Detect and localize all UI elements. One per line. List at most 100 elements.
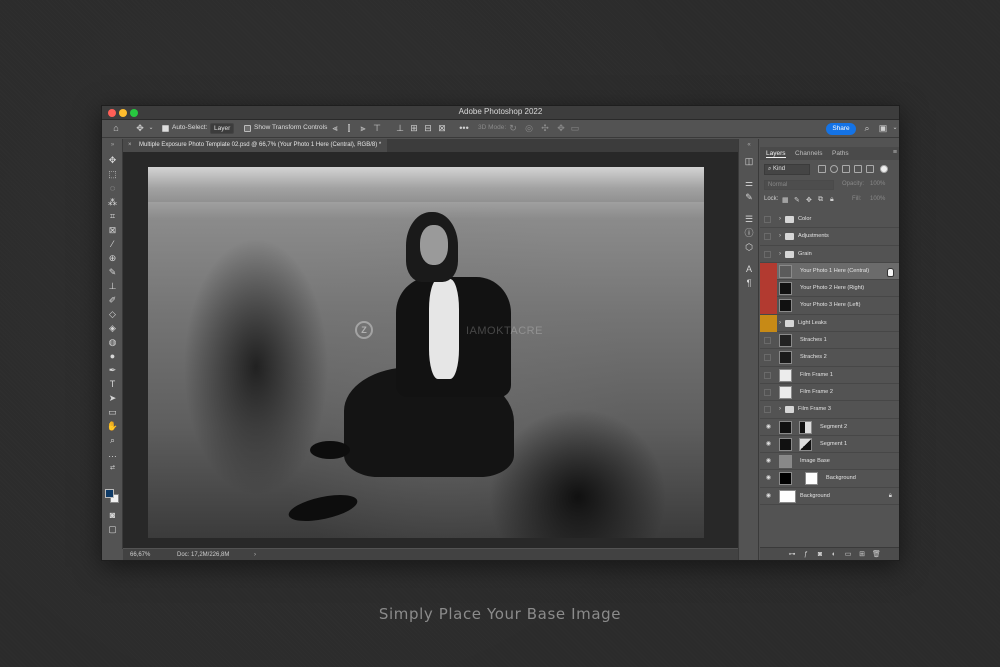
- lock-image-icon[interactable]: ✎: [794, 196, 800, 204]
- new-group-icon[interactable]: ▭: [844, 551, 852, 559]
- new-layer-icon[interactable]: ⊞: [858, 551, 866, 559]
- move-tool-icon[interactable]: ✥: [106, 154, 119, 166]
- link-layers-icon[interactable]: ⊶: [788, 551, 796, 559]
- visibility-toggle[interactable]: [760, 246, 777, 263]
- layer-row[interactable]: Film Frame 2: [760, 384, 899, 402]
- visibility-toggle[interactable]: [760, 211, 777, 228]
- align-center-icon[interactable]: ⫿: [344, 123, 354, 134]
- rectangle-tool-icon[interactable]: ▭: [106, 406, 119, 418]
- pen-tool-icon[interactable]: ✒: [106, 364, 119, 376]
- lasso-tool-icon[interactable]: ◌: [106, 182, 119, 194]
- gradient-tool-icon[interactable]: ◈: [106, 322, 119, 334]
- visibility-toggle[interactable]: [760, 384, 777, 401]
- type-tool-icon[interactable]: T: [106, 378, 119, 390]
- workspace-icon[interactable]: ▣: [878, 123, 888, 134]
- smart-object-filter-icon[interactable]: [866, 165, 874, 173]
- more-options-icon[interactable]: •••: [459, 123, 469, 134]
- eraser-tool-icon[interactable]: ◇: [106, 308, 119, 320]
- stamp-tool-icon[interactable]: ⊥: [106, 280, 119, 292]
- layer-row[interactable]: ◉ Segment 2: [760, 419, 899, 436]
- distribute-icon[interactable]: ⊥: [395, 123, 405, 134]
- align-left-icon[interactable]: ⫷: [330, 123, 340, 134]
- filter-toggle-icon[interactable]: [880, 165, 888, 173]
- delete-layer-icon[interactable]: 🗑︎: [872, 551, 881, 559]
- auto-select-checkbox[interactable]: [162, 125, 169, 132]
- eye-icon[interactable]: ◉: [760, 488, 777, 505]
- info-panel-icon[interactable]: ⓘ: [743, 227, 755, 239]
- chevron-down-icon[interactable]: ⌄: [146, 123, 156, 134]
- healing-tool-icon[interactable]: ⊕: [106, 252, 119, 264]
- blend-mode-dropdown[interactable]: Normal: [764, 180, 834, 190]
- collapse-icon[interactable]: »: [106, 139, 119, 151]
- layer-row[interactable]: › Light Leaks: [760, 314, 899, 333]
- layer-row[interactable]: › Film Frame 3: [760, 401, 899, 419]
- 3d-scale-icon[interactable]: ▭: [570, 123, 580, 134]
- panel-menu-icon[interactable]: ≡: [893, 149, 897, 156]
- zoom-tool-icon[interactable]: ⌕: [106, 434, 119, 446]
- layer-row[interactable]: › Color: [760, 211, 899, 229]
- distribute-vertical-icon[interactable]: ⊟: [423, 123, 433, 134]
- history-panel-icon[interactable]: ◫: [743, 155, 755, 167]
- layer-row[interactable]: Your Photo 3 Here (Left): [760, 297, 899, 315]
- layer-row[interactable]: ◉ Background 🔒︎: [760, 488, 899, 506]
- visibility-toggle[interactable]: [760, 228, 777, 245]
- lock-transparent-icon[interactable]: ▦: [782, 196, 789, 204]
- fill-value[interactable]: 100%: [870, 196, 885, 202]
- status-menu-icon[interactable]: ›: [254, 549, 256, 560]
- eyedropper-tool-icon[interactable]: ⁄: [106, 238, 119, 250]
- eye-icon[interactable]: ◉: [760, 436, 777, 453]
- document-tab[interactable]: × Multiple Exposure Photo Template 02.ps…: [123, 139, 388, 152]
- adjustment-layer-icon[interactable]: ◐: [830, 551, 838, 559]
- move-tool-icon[interactable]: ✥: [135, 123, 145, 134]
- foreground-color-swatch[interactable]: [105, 489, 114, 498]
- hand-tool-icon[interactable]: ✋: [106, 420, 119, 432]
- layer-row[interactable]: ◉ Background: [760, 470, 899, 488]
- 3d-pan-icon[interactable]: ✣: [540, 123, 550, 134]
- 3d-roll-icon[interactable]: ◎: [524, 123, 534, 134]
- visibility-toggle[interactable]: [760, 349, 777, 366]
- expand-arrow-icon[interactable]: ›: [779, 401, 781, 418]
- quick-mask-icon[interactable]: ◙: [106, 509, 119, 521]
- search-icon[interactable]: ⌕: [862, 123, 872, 134]
- tab-paths[interactable]: Paths: [832, 150, 849, 157]
- expand-arrow-icon[interactable]: ›: [779, 211, 781, 228]
- add-mask-icon[interactable]: ◙: [816, 551, 824, 559]
- object-select-tool-icon[interactable]: ⁂: [106, 196, 119, 208]
- expand-arrow-icon[interactable]: ›: [779, 246, 781, 263]
- share-button[interactable]: Share: [826, 123, 856, 135]
- workspace-chevron-icon[interactable]: ⌄: [890, 123, 899, 134]
- layer-row[interactable]: ◉ Image Base: [760, 453, 899, 471]
- layer-row[interactable]: Straches 2: [760, 349, 899, 367]
- character-panel-icon[interactable]: A: [743, 263, 755, 275]
- eye-icon[interactable]: ◉: [760, 453, 777, 470]
- visibility-toggle[interactable]: [760, 332, 777, 349]
- adjustments-panel-icon[interactable]: ⚌: [743, 177, 755, 189]
- kind-filter-dropdown[interactable]: ⌕ Kind: [764, 164, 810, 175]
- layer-row[interactable]: Straches 1: [760, 332, 899, 350]
- eye-icon[interactable]: ◉: [760, 419, 777, 436]
- dodge-tool-icon[interactable]: ●: [106, 350, 119, 362]
- lock-position-icon[interactable]: ✥: [806, 196, 812, 204]
- more-tools-icon[interactable]: …: [106, 448, 119, 460]
- auto-select-dropdown[interactable]: Layer: [210, 123, 235, 134]
- align-right-icon[interactable]: ⫸: [358, 123, 368, 134]
- lock-all-icon[interactable]: 🔒︎: [830, 196, 834, 204]
- visibility-toggle[interactable]: [760, 401, 777, 418]
- swap-colors-icon[interactable]: ⇄: [106, 462, 119, 474]
- paragraph-panel-icon[interactable]: ¶: [743, 277, 755, 289]
- fx-icon[interactable]: ƒ: [802, 551, 810, 559]
- home-icon[interactable]: ⌂: [111, 123, 121, 134]
- lock-artboard-icon[interactable]: ⧉: [818, 196, 823, 204]
- opacity-value[interactable]: 100%: [870, 181, 885, 187]
- path-select-tool-icon[interactable]: ➤: [106, 392, 119, 404]
- layer-row[interactable]: Film Frame 1: [760, 367, 899, 384]
- history-brush-icon[interactable]: ✐: [106, 294, 119, 306]
- frame-tool-icon[interactable]: ⊠: [106, 224, 119, 236]
- layer-row[interactable]: Your Photo 2 Here (Right): [760, 280, 899, 298]
- adjustment-filter-icon[interactable]: [830, 165, 838, 173]
- 3d-slide-icon[interactable]: ✥: [556, 123, 566, 134]
- crop-tool-icon[interactable]: ⌗: [106, 210, 119, 222]
- properties-panel-icon[interactable]: ☰: [743, 213, 755, 225]
- expand-panels-icon[interactable]: «: [743, 139, 755, 151]
- screen-mode-icon[interactable]: ▢: [106, 523, 119, 535]
